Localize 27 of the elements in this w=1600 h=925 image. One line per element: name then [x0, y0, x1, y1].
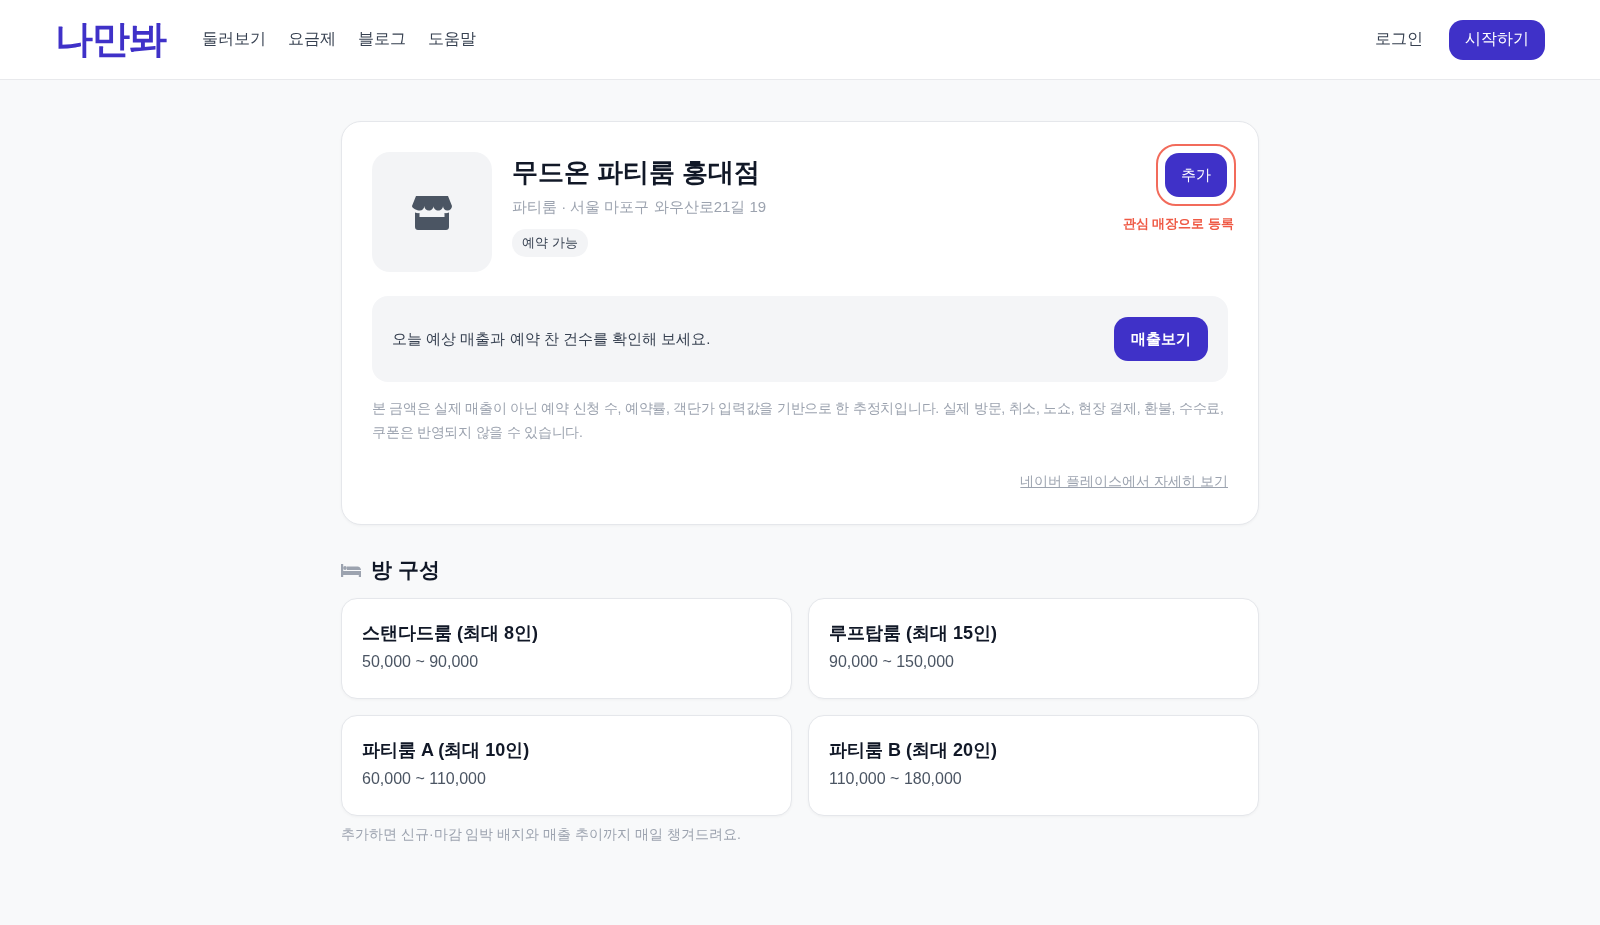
nav-link[interactable]: 블로그 — [358, 29, 406, 50]
banner-text: 오늘 예상 매출과 예약 찬 건수를 확인해 보세요. — [392, 329, 711, 349]
store-name: 무드온 파티룸 홍대점 — [512, 156, 762, 189]
disclaimer-text: 본 금액은 실제 매출이 아닌 예약 신청 수, 예약률, 객단가 입력값을 기반으로 한 추정치입니다. 실제 방문, 취소, 노쇼, 현장 결제, 환불, 수수료, 쿠폰은 반영되지 않을 수 있습니다. — [372, 399, 1225, 442]
store-address: 파티룸 · 서울 마포구 와우산로21길 19 — [512, 198, 768, 217]
logo[interactable]: 나만봐 — [55, 14, 166, 65]
room-name: 스탠다드룸 (최대 8인) — [362, 622, 539, 645]
status-badge: 예약 가능 — [512, 229, 588, 257]
room-price: 60,000 ~ 110,000 — [362, 770, 487, 788]
room-price: 110,000 ~ 180,000 — [829, 770, 963, 788]
room-price: 50,000 ~ 90,000 — [362, 653, 480, 671]
bed-icon — [341, 563, 361, 577]
room-price: 90,000 ~ 150,000 — [829, 653, 955, 671]
footnote-text: 추가하면 신규·마감 임박 배지와 매출 추이까지 매일 챙겨드려요. — [341, 826, 742, 844]
room-name: 파티룸 B (최대 20인) — [829, 739, 998, 762]
add-hint: 관심 매장으로 등록 — [1122, 215, 1234, 233]
storefront-icon — [412, 194, 452, 230]
room-name: 파티룸 A (최대 10인) — [362, 739, 531, 762]
section-title: 방 구성 — [371, 557, 440, 583]
room-name: 루프탑룸 (최대 15인) — [829, 622, 998, 645]
nav-link[interactable]: 둘러보기 — [202, 29, 266, 50]
view-sales-button[interactable]: 매출보기 — [1114, 317, 1208, 361]
start-button[interactable]: 시작하기 — [1449, 19, 1545, 60]
add-button[interactable]: 추가 — [1165, 153, 1227, 197]
login-link[interactable]: 로그인 — [1375, 29, 1423, 50]
nav-link[interactable]: 요금제 — [288, 29, 336, 50]
nav-link[interactable]: 도움말 — [428, 29, 476, 50]
